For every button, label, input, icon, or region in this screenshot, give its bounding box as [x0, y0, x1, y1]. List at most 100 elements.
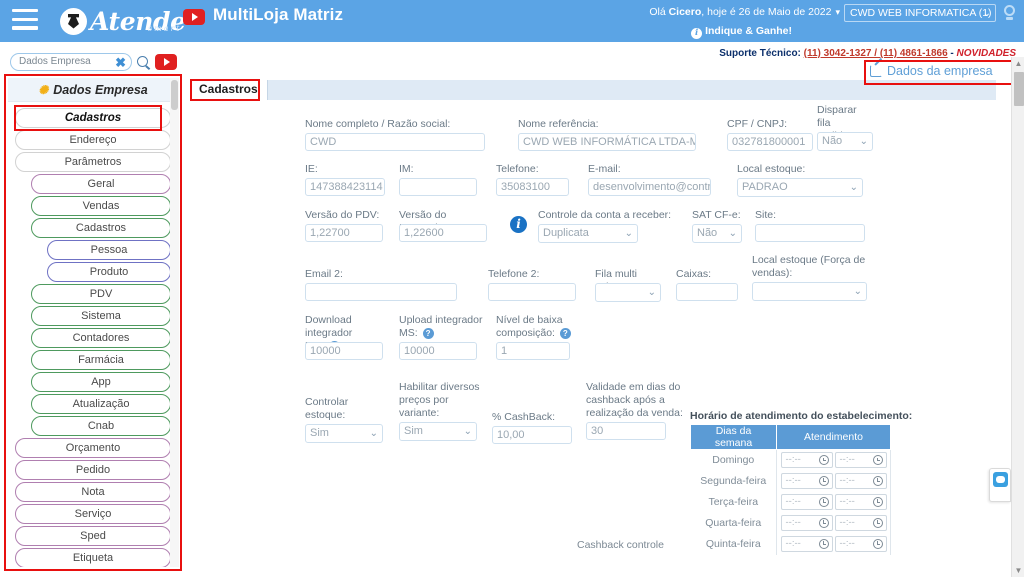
- clock-icon[interactable]: [872, 539, 883, 549]
- sidebar-item-vendas[interactable]: Vendas: [31, 196, 171, 216]
- company-selector[interactable]: CWD WEB INFORMATICA (1) ⌄: [844, 4, 996, 22]
- email-2-input[interactable]: [305, 283, 457, 301]
- sidebar-item-cnab[interactable]: Cnab: [31, 416, 171, 436]
- scroll-down-arrow-icon[interactable]: ▼: [1012, 564, 1024, 577]
- page-scrollbar[interactable]: ▲ ▼: [1011, 57, 1024, 577]
- im-input[interactable]: [399, 178, 477, 196]
- schedule-time-cell: --:-- --:--: [776, 449, 891, 471]
- nome-referencia-input[interactable]: CWD WEB INFORMÁTICA LTDA-ME: [518, 133, 696, 151]
- user-greeting[interactable]: Olá Cicero, hoje é 26 de Maio de 2022 ▾: [649, 6, 840, 18]
- versao-pdv-input[interactable]: 1,22700: [305, 224, 383, 242]
- schedule-time-from-input[interactable]: --:--: [780, 452, 833, 469]
- validade-cashback-input[interactable]: 30: [586, 422, 666, 440]
- fila-multi-caixa-select[interactable]: ⌄: [595, 283, 661, 302]
- support-phones[interactable]: (11) 3042-1327 / (11) 4861-1866: [804, 48, 948, 59]
- schedule-time-to-input[interactable]: --:--: [834, 473, 887, 489]
- schedule-time-to-input[interactable]: --:--: [834, 494, 887, 510]
- sidebar-item-produto[interactable]: Produto: [47, 262, 171, 282]
- sidebar-item-pessoa[interactable]: Pessoa: [47, 240, 171, 260]
- schedule-time-to-input[interactable]: --:--: [834, 515, 887, 531]
- percent-cashback-input[interactable]: 10,00: [492, 426, 572, 444]
- youtube-play-icon[interactable]: [183, 9, 205, 25]
- clock-icon[interactable]: [818, 539, 829, 549]
- brand-logo[interactable]: Atende smart: [60, 3, 186, 39]
- company-selector-value: CWD WEB INFORMATICA (1): [850, 7, 992, 19]
- search-icon[interactable]: [136, 55, 151, 70]
- telefone-2-input[interactable]: [488, 283, 576, 301]
- info-icon[interactable]: i: [510, 216, 527, 233]
- chat-support-widget[interactable]: [989, 468, 1011, 502]
- clock-icon[interactable]: [818, 476, 829, 486]
- clock-icon[interactable]: [872, 455, 883, 466]
- dados-da-empresa-button[interactable]: Dados da empresa: [870, 64, 993, 78]
- ie-input[interactable]: 147388423114: [305, 178, 385, 196]
- controlar-estoque-select[interactable]: Sim ⌄: [305, 424, 383, 443]
- site-input[interactable]: [755, 224, 865, 242]
- controle-conta-select[interactable]: Duplicata ⌄: [538, 224, 638, 243]
- sidebar-item-farm-cia[interactable]: Farmácia: [31, 350, 171, 370]
- clock-icon[interactable]: [818, 497, 829, 507]
- scroll-up-arrow-icon[interactable]: ▲: [1012, 57, 1024, 70]
- page-scrollbar-thumb[interactable]: [1013, 72, 1024, 106]
- local-estoque-forca-select[interactable]: ⌄: [752, 282, 867, 301]
- sidebar-item-sistema[interactable]: Sistema: [31, 306, 171, 326]
- nivel-baixa-input[interactable]: 1: [496, 342, 570, 360]
- tab-cadastros[interactable]: Cadastros: [190, 80, 268, 100]
- versao-pdv-value: 1,22700: [310, 227, 350, 239]
- schedule-time-from-input[interactable]: --:--: [780, 473, 833, 489]
- schedule-time-from-input[interactable]: --:--: [780, 515, 833, 531]
- nome-completo-input[interactable]: CWD: [305, 133, 485, 151]
- sidebar-scrollbar[interactable]: [170, 78, 179, 567]
- sidebar-item-label: PDV: [89, 288, 113, 300]
- habilitar-precos-select[interactable]: Sim ⌄: [399, 422, 477, 441]
- local-estoque-select[interactable]: PADRAO ⌄: [737, 178, 863, 197]
- sidebar-item-pedido[interactable]: Pedido: [15, 460, 171, 480]
- sidebar-item-cadastros[interactable]: Cadastros: [31, 218, 171, 238]
- sidebar-item-geral[interactable]: Geral: [31, 174, 171, 194]
- novidades-link[interactable]: NOVIDADES: [957, 48, 1016, 59]
- help-icon[interactable]: ?: [559, 328, 571, 339]
- sidebar-item-cadastros[interactable]: Cadastros: [15, 108, 171, 128]
- download-integrador-input[interactable]: 10000: [305, 342, 383, 360]
- sidebar-item-nota[interactable]: Nota: [15, 482, 171, 502]
- sidebar-item-contadores[interactable]: Contadores: [31, 328, 171, 348]
- indique-ganhe-link[interactable]: i Indique & Ganhe!: [691, 25, 792, 39]
- hamburger-menu-icon[interactable]: [12, 9, 38, 31]
- sat-cfe-select[interactable]: Não ⌄: [692, 224, 742, 243]
- search-input[interactable]: Dados Empresa ✖: [10, 53, 132, 71]
- help-icon[interactable]: ?: [422, 328, 434, 339]
- schedule-time-from-input[interactable]: --:--: [780, 494, 833, 510]
- lightbulb-icon[interactable]: [1002, 5, 1016, 22]
- clock-icon[interactable]: [872, 518, 883, 528]
- clock-icon[interactable]: [872, 476, 883, 486]
- clear-search-icon[interactable]: ✖: [115, 55, 126, 70]
- sidebar-item-sped[interactable]: Sped: [15, 526, 171, 546]
- schedule-time-cell: --:-- --:--: [776, 512, 891, 534]
- sidebar-item-servi-o[interactable]: Serviço: [15, 504, 171, 524]
- sidebar-item-or-amento[interactable]: Orçamento: [15, 438, 171, 458]
- versao-integrador-input[interactable]: 1,22600: [399, 224, 487, 242]
- clock-icon[interactable]: [818, 518, 829, 528]
- upload-integrador-input[interactable]: 10000: [399, 342, 477, 360]
- clock-icon[interactable]: [872, 497, 883, 507]
- schedule-time-to-input[interactable]: --:--: [834, 536, 887, 552]
- cpf-cnpj-input[interactable]: 032781800001: [727, 133, 813, 151]
- sidebar-item-par-metros[interactable]: Parâmetros: [15, 152, 171, 172]
- sidebar-item-app[interactable]: App: [31, 372, 171, 392]
- sidebar-item-label: Cadastros: [64, 112, 122, 124]
- sidebar-item-atualiza-o[interactable]: Atualização: [31, 394, 171, 414]
- schedule-time-to-input[interactable]: --:--: [834, 452, 887, 469]
- sidebar-scrollbar-thumb[interactable]: [171, 80, 178, 110]
- schedule-time-from-input[interactable]: --:--: [780, 536, 833, 552]
- email-input[interactable]: desenvolvimento@controlp.: [588, 178, 711, 196]
- sidebar-item-pdv[interactable]: PDV: [31, 284, 171, 304]
- sidebar-item-etiqueta[interactable]: Etiqueta: [15, 548, 171, 567]
- sidebar-item-endere-o[interactable]: Endereço: [15, 130, 171, 150]
- youtube-play-icon[interactable]: [155, 54, 177, 70]
- telefone-input[interactable]: 35083100: [496, 178, 569, 196]
- schedule-time-from-value: --:--: [785, 517, 801, 528]
- caixas-input[interactable]: [676, 283, 738, 301]
- clock-icon[interactable]: [818, 455, 829, 466]
- disparar-fila-pedido-select[interactable]: Não ⌄: [817, 132, 873, 151]
- chevron-down-icon[interactable]: ▾: [835, 7, 840, 17]
